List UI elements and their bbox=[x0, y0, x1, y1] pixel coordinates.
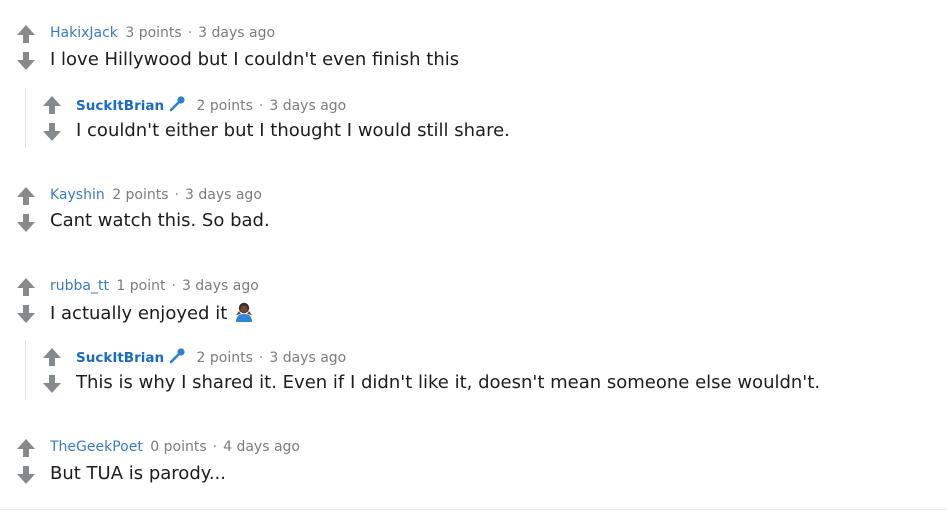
downvote-arrow-icon bbox=[17, 214, 35, 232]
downvote-button[interactable] bbox=[15, 51, 37, 71]
thread-line[interactable] bbox=[25, 88, 26, 148]
comment-time[interactable]: 4 days ago bbox=[223, 439, 300, 455]
upvote-arrow-icon bbox=[17, 187, 35, 205]
meta-separator: · bbox=[174, 187, 179, 203]
upvote-button[interactable] bbox=[41, 95, 63, 115]
comment-points: 1 point bbox=[116, 278, 166, 294]
meta-separator: · bbox=[187, 25, 193, 41]
downvote-button[interactable] bbox=[15, 304, 37, 324]
comment-author-op[interactable]: SuckItBrian bbox=[76, 98, 164, 114]
comment-meta: TheGeekPoet 0 points · 4 days ago bbox=[50, 438, 300, 456]
downvote-arrow-icon bbox=[17, 52, 35, 70]
comment-author[interactable]: Kayshin bbox=[50, 187, 105, 203]
comment-text: I love Hillywood but I couldn't even fin… bbox=[50, 49, 460, 70]
upvote-arrow-icon bbox=[43, 96, 61, 114]
comment-points: 2 points bbox=[112, 187, 169, 203]
upvote-button[interactable] bbox=[15, 438, 37, 458]
comments-panel: HakixJack 3 points · 3 days ago I love Hil… bbox=[0, 0, 947, 511]
thread-line[interactable] bbox=[25, 340, 26, 400]
comment-text-content: I actually enjoyed it bbox=[50, 303, 228, 324]
comment-author[interactable]: HakixJack bbox=[50, 25, 118, 41]
downvote-arrow-icon bbox=[17, 305, 35, 323]
upvote-arrow-icon bbox=[43, 348, 61, 366]
downvote-button[interactable] bbox=[41, 122, 63, 142]
comment-time[interactable]: 3 days ago bbox=[269, 350, 346, 366]
comment-meta: SuckItBrian 2 points · 3 days ago bbox=[76, 95, 346, 115]
upvote-arrow-icon bbox=[17, 278, 35, 296]
comment-author-op[interactable]: SuckItBrian bbox=[76, 350, 164, 366]
comment-author[interactable]: TheGeekPoet bbox=[50, 439, 143, 455]
comment-author[interactable]: rubba_tt bbox=[50, 278, 109, 294]
comment-text: This is why I shared it. Even if I didn'… bbox=[76, 372, 821, 393]
upvote-arrow-icon bbox=[17, 25, 35, 43]
downvote-button[interactable] bbox=[15, 465, 37, 485]
comment-meta: Kayshin 2 points · 3 days ago bbox=[50, 186, 262, 204]
comment-points: 0 points bbox=[150, 439, 207, 455]
downvote-button[interactable] bbox=[41, 374, 63, 394]
downvote-arrow-icon bbox=[43, 123, 61, 141]
meta-separator: · bbox=[212, 439, 218, 455]
comment-text: I couldn't either but I thought I would … bbox=[76, 120, 510, 141]
upvote-button[interactable] bbox=[15, 24, 37, 44]
comment-text: I actually enjoyed it bbox=[50, 301, 255, 325]
divider bbox=[0, 509, 947, 510]
comment-points: 2 points bbox=[196, 350, 253, 366]
comment-time[interactable]: 3 days ago bbox=[269, 98, 346, 114]
upvote-button[interactable] bbox=[15, 186, 37, 206]
upvote-arrow-icon bbox=[17, 439, 35, 457]
comment-meta: HakixJack 3 points · 3 days ago bbox=[50, 24, 275, 42]
upvote-button[interactable] bbox=[41, 347, 63, 367]
comment-time[interactable]: 3 days ago bbox=[182, 278, 259, 294]
downvote-button[interactable] bbox=[15, 213, 37, 233]
comment-time[interactable]: 3 days ago bbox=[185, 187, 262, 203]
meta-separator: · bbox=[258, 350, 264, 366]
microphone-icon bbox=[168, 347, 186, 365]
comment-time[interactable]: 3 days ago bbox=[198, 25, 275, 41]
comment-text: Cant watch this. So bad. bbox=[50, 210, 270, 231]
downvote-arrow-icon bbox=[17, 466, 35, 484]
person-gesturing-emoji bbox=[233, 301, 255, 323]
meta-separator: · bbox=[171, 278, 176, 294]
comment-points: 2 points bbox=[196, 98, 253, 114]
upvote-button[interactable] bbox=[15, 277, 37, 297]
microphone-icon bbox=[168, 95, 186, 113]
meta-separator: · bbox=[258, 98, 264, 114]
comment-points: 3 points bbox=[125, 25, 182, 41]
comment-meta: rubba_tt 1 point · 3 days ago bbox=[50, 277, 259, 295]
comment-meta: SuckItBrian 2 points · 3 days ago bbox=[76, 347, 346, 367]
downvote-arrow-icon bbox=[43, 375, 61, 393]
comment-text: But TUA is parody... bbox=[50, 463, 226, 484]
